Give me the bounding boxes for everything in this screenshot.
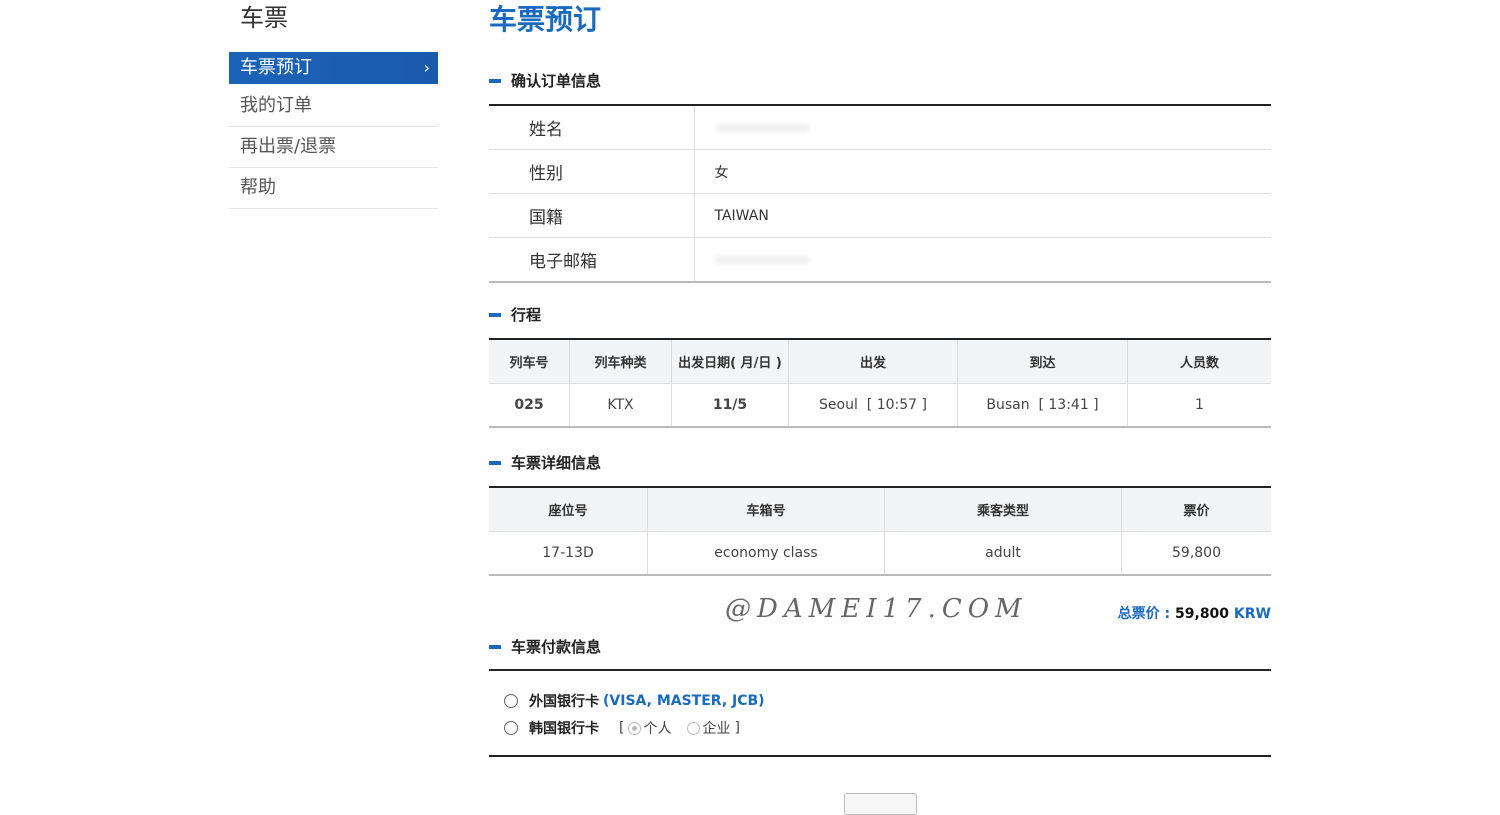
sidebar-item-help[interactable]: 帮助 — [229, 168, 438, 209]
korean-card-radio[interactable] — [504, 721, 518, 735]
watermark: @DAMEI17.COM — [725, 594, 1028, 624]
table-row: 17-13D economy class adult 59,800 — [489, 531, 1271, 575]
total-amount: 59,800 — [1175, 606, 1230, 622]
column-header: 出发日期( 月/日 ) — [671, 339, 789, 384]
nationality-value: TAIWAN — [694, 193, 1271, 238]
redacted-email — [714, 255, 810, 264]
bracket-open: [ — [619, 720, 625, 736]
section-heading-text: 车票详细信息 — [511, 454, 602, 472]
next-button[interactable] — [844, 793, 917, 815]
section-marker-icon — [489, 312, 501, 317]
section-heading-text: 行程 — [511, 306, 542, 324]
chevron-right-icon: › — [423, 58, 430, 77]
car-class: economy class — [647, 531, 885, 575]
total-price: 总票价 : 59,800 KRW — [1118, 603, 1271, 623]
table-row: 025 KTX 11/5 Seoul [ 10:57 ] Busan [ 13:… — [489, 383, 1271, 427]
sidebar-item-book-ticket[interactable]: 车票预订 › — [229, 52, 438, 84]
section-heading-itinerary: 行程 — [489, 304, 541, 325]
section-heading-text: 确认订单信息 — [511, 72, 602, 90]
name-value — [694, 105, 1271, 150]
ticket-detail-table: 座位号 车箱号 乘客类型 票价 17-13D economy class adu… — [489, 486, 1271, 576]
ticket-price: 59,800 — [1172, 545, 1221, 561]
personal-label: 个人 — [643, 721, 672, 737]
seat-number: 17-13D — [489, 531, 648, 575]
table-row: 电子邮箱 — [489, 237, 1271, 283]
personal-radio[interactable] — [628, 721, 642, 735]
column-header: 票价 — [1121, 487, 1271, 532]
train-number: 025 — [489, 383, 570, 427]
sidebar-nav: 车票预订 › 我的订单 再出票/退票 帮助 — [229, 52, 438, 209]
section-heading-ticket-detail: 车票详细信息 — [489, 452, 601, 473]
table-row: 国籍 TAIWAN — [489, 193, 1271, 238]
email-label: 电子邮箱 — [489, 237, 695, 283]
email-value — [694, 237, 1271, 283]
card-owner-type: [ 个人 企业 ] — [619, 718, 740, 738]
sidebar-item-label: 帮助 — [240, 177, 276, 198]
column-header: 列车种类 — [569, 339, 672, 384]
foreign-card-label: 外国银行卡 — [529, 694, 599, 710]
foreign-card-types: (VISA, MASTER, JCB) — [603, 693, 765, 709]
payment-options: 外国银行卡 (VISA, MASTER, JCB) 韩国银行卡 [ 个人 企业 … — [489, 669, 1271, 757]
gender-label: 性别 — [489, 149, 695, 194]
section-heading-payment: 车票付款信息 — [489, 636, 601, 657]
section-heading-text: 车票付款信息 — [511, 638, 602, 656]
order-info-table: 姓名 性别 女 国籍 TAIWAN 电子邮箱 — [489, 104, 1271, 283]
itinerary-table: 列车号 列车种类 出发日期( 月/日 ) 出发 到达 人员数 025 KTX 1… — [489, 338, 1271, 428]
bracket-close: ] — [734, 720, 740, 736]
column-header: 座位号 — [489, 487, 648, 532]
sidebar-item-label: 车票预订 — [240, 57, 312, 78]
korean-card-option[interactable]: 韩国银行卡 [ 个人 企业 ] — [504, 718, 740, 738]
page-title: 车票预订 — [489, 3, 602, 36]
passenger-type: adult — [884, 531, 1122, 575]
column-header: 乘客类型 — [884, 487, 1122, 532]
company-radio[interactable] — [687, 721, 701, 735]
sidebar-item-reissue-refund[interactable]: 再出票/退票 — [229, 127, 438, 168]
column-header: 车箱号 — [647, 487, 885, 532]
passenger-count: 1 — [1195, 397, 1204, 413]
column-header: 人员数 — [1127, 339, 1271, 384]
sidebar-item-my-orders[interactable]: 我的订单 — [229, 86, 438, 127]
arrival: Busan [ 13:41 ] — [957, 383, 1128, 427]
total-label: 总票价 : — [1117, 606, 1171, 622]
train-type: KTX — [569, 383, 672, 427]
table-header-row: 座位号 车箱号 乘客类型 票价 — [489, 487, 1271, 532]
company-label: 企业 — [702, 721, 731, 737]
departure: Seoul [ 10:57 ] — [788, 383, 958, 427]
nationality-label: 国籍 — [489, 193, 695, 238]
korean-card-label: 韩国银行卡 — [529, 721, 599, 737]
departure-date: 11/5 — [671, 383, 789, 427]
foreign-card-radio[interactable] — [504, 694, 518, 708]
sidebar-title: 车票 — [240, 4, 288, 32]
section-marker-icon — [489, 644, 501, 649]
name-label: 姓名 — [489, 105, 695, 150]
column-header: 列车号 — [489, 339, 570, 384]
section-marker-icon — [489, 78, 501, 83]
foreign-card-option[interactable]: 外国银行卡 (VISA, MASTER, JCB) — [504, 691, 765, 711]
section-marker-icon — [489, 460, 501, 465]
column-header: 出发 — [788, 339, 958, 384]
column-header: 到达 — [957, 339, 1128, 384]
sidebar-item-label: 我的订单 — [240, 95, 312, 116]
table-header-row: 列车号 列车种类 出发日期( 月/日 ) 出发 到达 人员数 — [489, 339, 1271, 384]
gender-value: 女 — [694, 149, 1271, 194]
table-row: 性别 女 — [489, 149, 1271, 194]
table-row: 姓名 — [489, 105, 1271, 150]
redacted-name — [714, 123, 810, 132]
total-currency: KRW — [1233, 606, 1271, 622]
section-heading-order-info: 确认订单信息 — [489, 70, 601, 91]
sidebar-item-label: 再出票/退票 — [240, 136, 337, 157]
